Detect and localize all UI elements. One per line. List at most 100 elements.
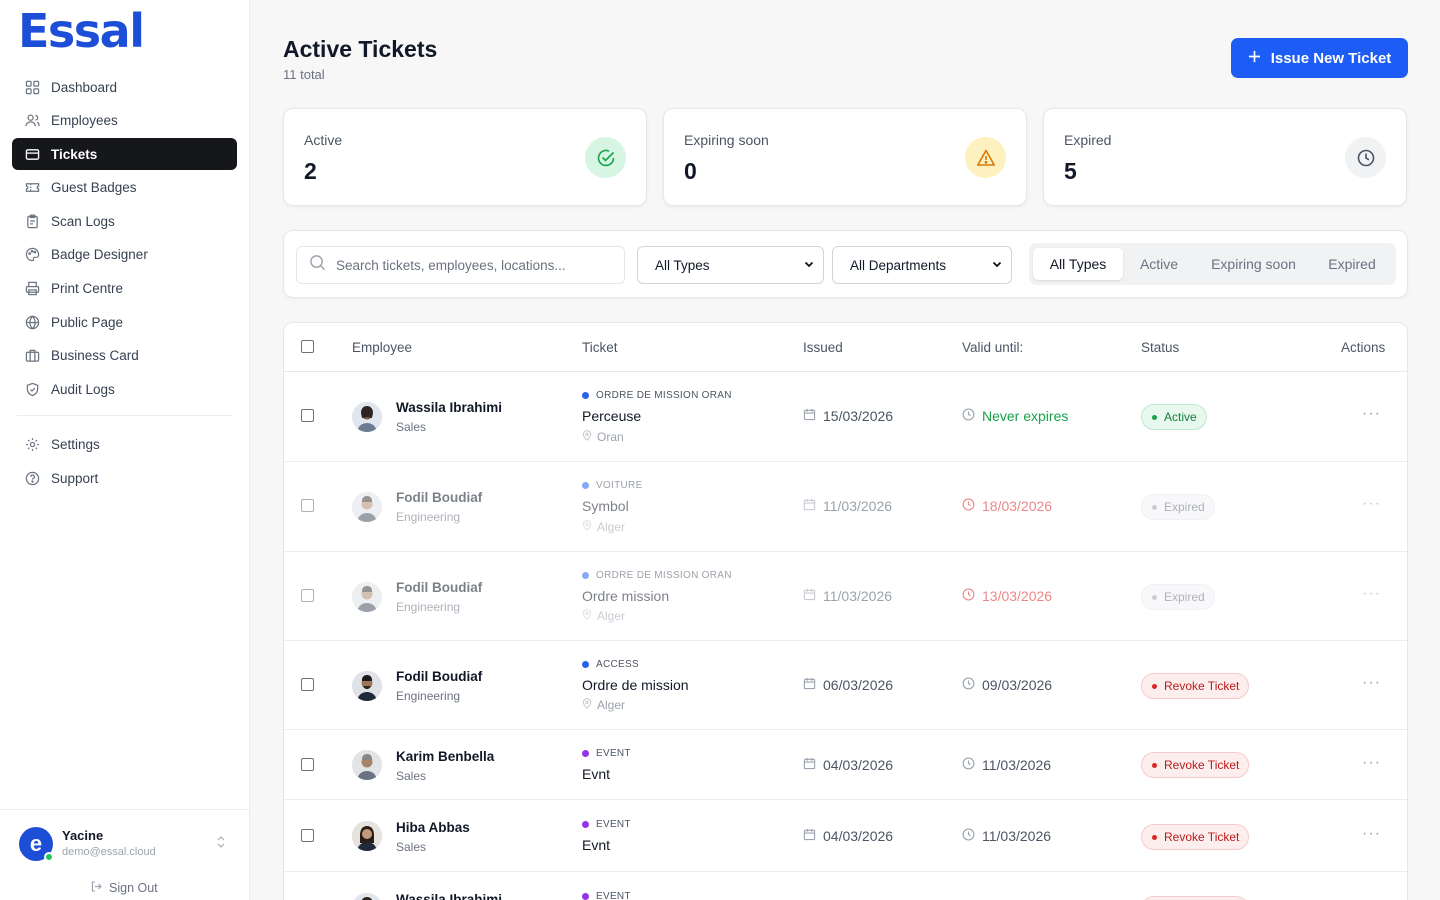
status-dot — [1152, 683, 1157, 689]
sidebar-item-employees[interactable]: Employees — [12, 105, 237, 137]
column-ticket[interactable]: Ticket — [582, 340, 618, 355]
type-dot — [582, 482, 589, 489]
online-indicator — [44, 852, 54, 862]
segment-expired[interactable]: Expired — [1312, 248, 1392, 280]
row-checkbox[interactable] — [301, 678, 314, 691]
select-all-checkbox[interactable] — [301, 340, 314, 353]
sidebar-item-label: Scan Logs — [51, 213, 115, 229]
table-row[interactable]: Wassila Ibrahimi Sales ORDRE DE MISSION … — [284, 372, 1407, 462]
sidebar-item-label: Settings — [51, 436, 100, 452]
valid-until-value: 11/03/2026 — [982, 757, 1052, 773]
row-checkbox[interactable] — [301, 829, 314, 842]
more-actions-icon[interactable]: ··· — [1362, 585, 1381, 603]
status-label: Revoke Ticket — [1164, 758, 1240, 772]
ticket-type: ACCESS — [582, 659, 639, 670]
user-email: demo@essal.cloud — [62, 846, 156, 858]
sidebar-item-badge-designer[interactable]: Badge Designer — [12, 239, 237, 271]
sign-out-button[interactable]: Sign Out — [90, 880, 158, 896]
employee-department: Sales — [396, 840, 427, 854]
tickets-table: Employee Ticket Issued Valid until: Stat… — [283, 322, 1408, 900]
column-status[interactable]: Status — [1141, 340, 1179, 355]
calendar-icon — [803, 498, 816, 514]
more-actions-icon[interactable]: ··· — [1362, 754, 1381, 772]
globe-icon — [24, 314, 40, 330]
ticket-icon — [24, 146, 40, 162]
sidebar-item-label: Business Card — [51, 348, 139, 364]
more-actions-icon[interactable]: ··· — [1362, 405, 1381, 423]
chevron-updown-icon[interactable] — [216, 835, 226, 852]
user-account[interactable]: e Yacine demo@essal.cloud Sign Out — [0, 809, 249, 900]
gear-icon — [24, 436, 40, 452]
row-checkbox[interactable] — [301, 758, 314, 771]
status-dot — [1152, 414, 1157, 420]
sidebar-item-label: Employees — [51, 113, 118, 129]
brand-logo[interactable]: Essal — [18, 4, 145, 58]
sidebar-item-support[interactable]: Support — [12, 462, 237, 494]
table-row[interactable]: Fodil Boudiaf Engineering ORDRE DE MISSI… — [284, 552, 1407, 641]
revoke-ticket-button[interactable]: Revoke Ticket — [1141, 673, 1250, 699]
valid-until-value: 18/03/2026 — [982, 498, 1053, 514]
table-row[interactable]: Fodil Boudiaf Engineering VOITURE Symbol… — [284, 462, 1407, 552]
segment-all-types[interactable]: All Types — [1033, 248, 1123, 280]
stat-value: 0 — [684, 158, 697, 184]
sidebar-item-tickets[interactable]: Tickets — [12, 138, 237, 171]
column-valid-until[interactable]: Valid until: — [962, 340, 1023, 355]
sidebar-item-public-page[interactable]: Public Page — [12, 306, 237, 338]
calendar-icon — [803, 408, 816, 424]
department-select[interactable]: All Departments — [832, 246, 1012, 284]
issued-date: 06/03/2026 — [803, 677, 893, 693]
table-row[interactable]: Fodil Boudiaf Engineering ACCESS Ordre d… — [284, 641, 1407, 730]
table-row[interactable]: Wassila Ibrahimi EVENT — [284, 872, 1407, 900]
revoke-ticket-button[interactable] — [1141, 896, 1249, 900]
sidebar-item-audit-logs[interactable]: Audit Logs — [12, 373, 237, 405]
sidebar-item-scan-logs[interactable]: Scan Logs — [12, 205, 237, 237]
employee-name: Fodil Boudiaf — [396, 490, 483, 505]
table-row[interactable]: Karim Benbella Sales EVENT Evnt 04/03/20… — [284, 730, 1407, 800]
table-row[interactable]: Hiba Abbas Sales EVENT Evnt 04/03/2026 1… — [284, 800, 1407, 872]
more-actions-icon[interactable]: ··· — [1362, 825, 1381, 843]
column-issued[interactable]: Issued — [803, 340, 843, 355]
search-input[interactable] — [336, 257, 616, 273]
clock-icon — [962, 588, 975, 604]
revoke-ticket-button[interactable]: Revoke Ticket — [1141, 824, 1250, 850]
sidebar-item-settings[interactable]: Settings — [12, 428, 237, 460]
sign-out-icon — [90, 880, 103, 896]
sidebar-item-print-centre[interactable]: Print Centre — [12, 273, 237, 305]
row-checkbox[interactable] — [301, 499, 314, 512]
status-badge: Expired — [1141, 584, 1215, 610]
valid-until-value: 11/03/2026 — [982, 828, 1052, 844]
type-dot — [582, 572, 589, 579]
department-select-value: All Departments — [850, 257, 947, 273]
sidebar-item-dashboard[interactable]: Dashboard — [12, 71, 237, 103]
row-checkbox[interactable] — [301, 589, 314, 602]
type-select[interactable]: All Types — [637, 246, 824, 284]
ticket-type-label: EVENT — [596, 891, 631, 900]
users-icon — [24, 113, 40, 129]
segment-active[interactable]: Active — [1123, 248, 1195, 280]
more-actions-icon[interactable]: ··· — [1362, 495, 1381, 513]
column-employee[interactable]: Employee — [352, 340, 412, 355]
status-label: Active — [1164, 410, 1197, 424]
segment-expiring-soon[interactable]: Expiring soon — [1195, 248, 1312, 280]
ticket-type-label: ACCESS — [596, 659, 639, 670]
sidebar-item-business-card[interactable]: Business Card — [12, 340, 237, 372]
employee-name: Karim Benbella — [396, 749, 495, 764]
row-checkbox[interactable] — [301, 409, 314, 422]
sidebar-item-label: Badge Designer — [51, 247, 148, 263]
stat-card-active: Active 2 — [283, 108, 647, 206]
stat-value: 5 — [1064, 158, 1077, 184]
search-box[interactable] — [296, 246, 625, 284]
avatar — [352, 750, 382, 780]
chevron-down-icon — [991, 258, 1003, 273]
ticket-name: Evnt — [582, 837, 611, 853]
status-badge: Active — [1141, 404, 1207, 430]
employee-name: Fodil Boudiaf — [396, 580, 483, 595]
clock-icon — [962, 757, 975, 773]
revoke-ticket-button[interactable]: Revoke Ticket — [1141, 752, 1250, 778]
issue-new-ticket-button[interactable]: Issue New Ticket — [1231, 38, 1408, 78]
employee-name: Hiba Abbas — [396, 820, 470, 835]
sidebar-item-guest-badges[interactable]: Guest Badges — [12, 172, 237, 204]
calendar-icon — [803, 757, 816, 773]
more-actions-icon[interactable]: ··· — [1362, 674, 1381, 692]
stat-card-expiring: Expiring soon 0 — [663, 108, 1027, 206]
